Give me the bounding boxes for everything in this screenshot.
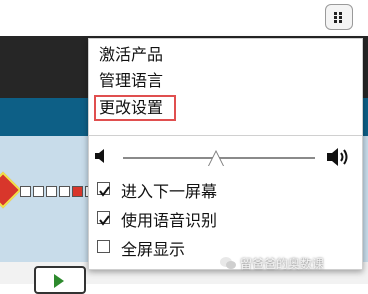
volume-slider-thumb-fill [209, 152, 223, 166]
progress-square [20, 186, 31, 197]
speaker-low-icon[interactable] [95, 148, 107, 164]
checkbox-speech-recognition[interactable] [97, 211, 110, 226]
divider [89, 135, 362, 136]
play-button[interactable] [34, 266, 86, 294]
menu-item-change-settings[interactable]: 更改设置 [99, 98, 163, 118]
checkmark-icon [99, 186, 110, 197]
progress-square-error [72, 186, 83, 197]
watermark-text: 留爸爸的奥数课 [240, 257, 325, 271]
menu-item-activate[interactable]: 激活产品 [99, 45, 163, 65]
play-icon [54, 274, 64, 288]
checkbox-next-screen[interactable] [97, 182, 110, 197]
checkbox-fullscreen[interactable] [97, 240, 110, 253]
check-label: 使用语音识别 [121, 211, 218, 230]
check-label: 进入下一屏幕 [121, 182, 218, 201]
progress-square [46, 186, 57, 197]
progress-square [33, 186, 44, 197]
menu-item-manage-language[interactable]: 管理语言 [99, 71, 163, 91]
checkmark-icon [99, 215, 110, 226]
settings-dropdown: 激活产品 管理语言 更改设置 进入下一屏幕 使用语音识别 全屏显示 [88, 38, 363, 270]
menu-grid-icon[interactable] [325, 4, 353, 30]
check-label: 全屏显示 [121, 240, 186, 259]
progress-square [59, 186, 70, 197]
wechat-icon [220, 257, 236, 269]
top-bar [0, 0, 368, 36]
menu-grid-icon-glyph [334, 12, 342, 23]
speaker-high-icon[interactable] [327, 146, 351, 168]
